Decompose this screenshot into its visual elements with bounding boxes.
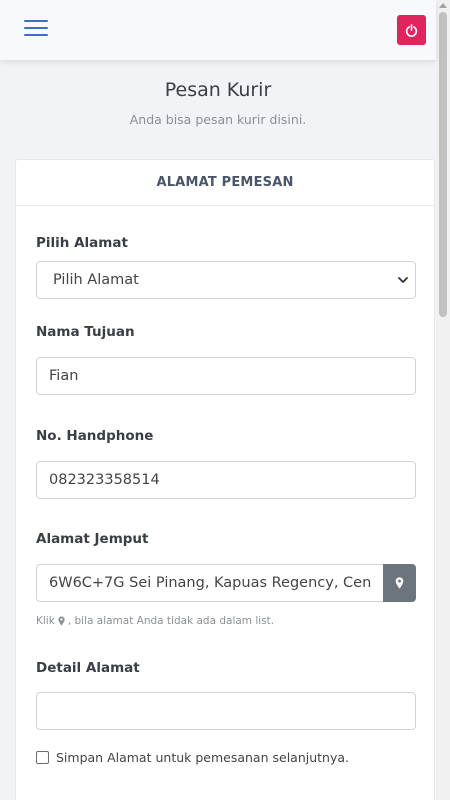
handphone-input[interactable] [36, 461, 416, 499]
page-scrollbar[interactable] [436, 0, 450, 800]
logout-button[interactable] [397, 15, 426, 45]
map-marker-icon [58, 616, 65, 626]
nama-tujuan-label: Nama Tujuan [36, 324, 135, 340]
nama-tujuan-input[interactable] [36, 357, 416, 395]
hamburger-menu-icon[interactable] [24, 19, 48, 37]
address-form-card: ALAMAT PEMESAN Pilih Alamat Pilih Alamat… [15, 159, 435, 800]
hint-suffix: , bila alamat Anda tidak ada dalam list. [67, 615, 275, 627]
pilih-alamat-select[interactable]: Pilih Alamat [36, 261, 416, 299]
alamat-jemput-label: Alamat Jemput [36, 531, 149, 547]
handphone-label: No. Handphone [36, 428, 154, 444]
map-picker-button[interactable] [383, 564, 416, 602]
scroll-up-arrow-icon[interactable] [439, 3, 447, 8]
simpan-alamat-label[interactable]: Simpan Alamat untuk pemesanan selanjutny… [56, 750, 349, 765]
pilih-alamat-value: Pilih Alamat [53, 272, 139, 288]
detail-alamat-label: Detail Alamat [36, 660, 140, 676]
page-header: Pesan Kurir Anda bisa pesan kurir disini… [0, 60, 436, 145]
page-subtitle: Anda bisa pesan kurir disini. [129, 112, 307, 127]
pilih-alamat-label: Pilih Alamat [36, 235, 128, 251]
alamat-jemput-group [36, 564, 416, 602]
power-icon [405, 23, 418, 37]
alamat-jemput-input[interactable] [36, 564, 384, 602]
top-navbar [0, 0, 436, 60]
map-marker-icon [395, 577, 404, 589]
chevron-down-icon [398, 277, 408, 283]
detail-alamat-input[interactable] [36, 692, 416, 730]
map-hint: Klik , bila alamat Anda tidak ada dalam … [36, 615, 274, 627]
hint-prefix: Klik [36, 615, 55, 627]
scrollbar-thumb[interactable] [439, 12, 447, 317]
simpan-alamat-checkbox[interactable] [36, 751, 49, 764]
page-title: Pesan Kurir [164, 79, 272, 101]
simpan-alamat-row: Simpan Alamat untuk pemesanan selanjutny… [36, 750, 349, 765]
card-title: ALAMAT PEMESAN [16, 160, 434, 206]
